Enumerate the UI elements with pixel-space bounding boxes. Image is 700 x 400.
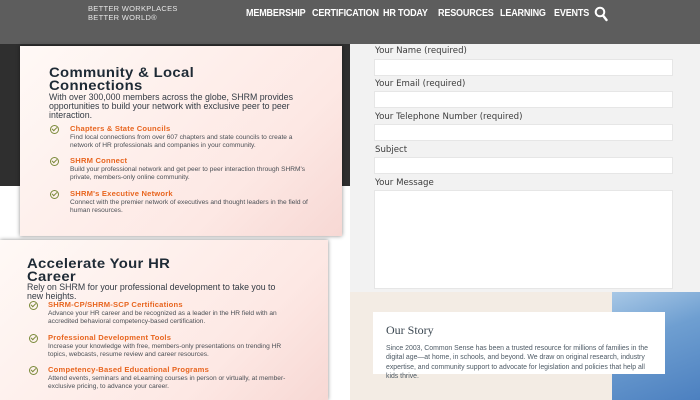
top-navigation-bar: BETTER WORKPLACES BETTER WORLD® MEMBERSH…: [0, 0, 700, 44]
community-title-line-2: Connections: [49, 78, 143, 93]
email-label: Your Email (required): [375, 79, 466, 89]
logo-line-2: BETTER WORLD®: [88, 13, 158, 22]
nav-learning[interactable]: LEARNING: [500, 7, 546, 19]
message-textarea[interactable]: [374, 190, 673, 289]
email-field[interactable]: [374, 91, 673, 108]
nav-certification[interactable]: CERTIFICATION: [312, 7, 379, 19]
development-tools-desc: Increase your knowledge with free, membe…: [48, 343, 282, 358]
career-card-title: Accelerate Your HR Career: [27, 257, 170, 284]
check-circle-icon: [50, 125, 59, 134]
accelerate-career-card: Accelerate Your HR Career Rely on SHRM f…: [0, 240, 328, 400]
community-card-intro: With over 300,000 members across the glo…: [49, 92, 293, 120]
nav-membership[interactable]: MEMBERSHIP: [246, 7, 306, 19]
subject-field[interactable]: [374, 157, 673, 174]
our-story-title: Our Story: [386, 323, 434, 337]
executive-network-link[interactable]: SHRM's Executive Network: [70, 189, 173, 198]
development-tools-link[interactable]: Professional Development Tools: [48, 333, 171, 342]
phone-label: Your Telephone Number (required): [375, 112, 523, 122]
check-circle-icon: [29, 301, 38, 310]
chapters-councils-link[interactable]: Chapters & State Councils: [70, 124, 170, 133]
nav-events[interactable]: EVENTS: [554, 7, 589, 19]
executive-network-desc: Connect with the premier network of exec…: [70, 199, 308, 214]
shrm-connect-desc: Build your professional network and get …: [70, 166, 306, 181]
chapters-councils-desc: Find local connections from over 607 cha…: [70, 134, 293, 149]
community-connections-card: Community & Local Connections With over …: [20, 46, 342, 236]
phone-field[interactable]: [374, 124, 673, 141]
name-label: Your Name (required): [375, 46, 467, 56]
nav-hr-today[interactable]: HR TODAY: [383, 7, 428, 19]
educational-programs-link[interactable]: Competency-Based Educational Programs: [48, 365, 209, 374]
shrm-connect-link[interactable]: SHRM Connect: [70, 156, 127, 165]
subject-label: Subject: [375, 145, 408, 155]
career-card-intro: Rely on SHRM for your professional devel…: [27, 282, 276, 301]
nav-resources[interactable]: RESOURCES: [438, 7, 494, 19]
check-circle-icon: [50, 157, 59, 166]
community-card-title: Community & Local Connections: [49, 66, 194, 93]
message-label: Your Message: [375, 178, 434, 188]
our-story-text: Since 2003, Common Sense has been a trus…: [386, 345, 648, 381]
check-circle-icon: [29, 366, 38, 375]
logo-line-1: BETTER WORKPLACES: [88, 4, 178, 13]
educational-programs-desc: Attend events, seminars and eLearning co…: [48, 375, 286, 390]
name-field[interactable]: [374, 59, 673, 76]
page: BETTER WORKPLACES BETTER WORLD® MEMBERSH…: [0, 0, 700, 400]
certifications-desc: Advance your HR career and be recognized…: [48, 310, 277, 325]
check-circle-icon: [50, 190, 59, 199]
certifications-link[interactable]: SHRM-CP/SHRM-SCP Certifications: [48, 300, 183, 309]
logo-tagline[interactable]: BETTER WORKPLACES BETTER WORLD®: [88, 4, 178, 22]
check-circle-icon: [29, 334, 38, 343]
search-icon[interactable]: [594, 6, 608, 22]
